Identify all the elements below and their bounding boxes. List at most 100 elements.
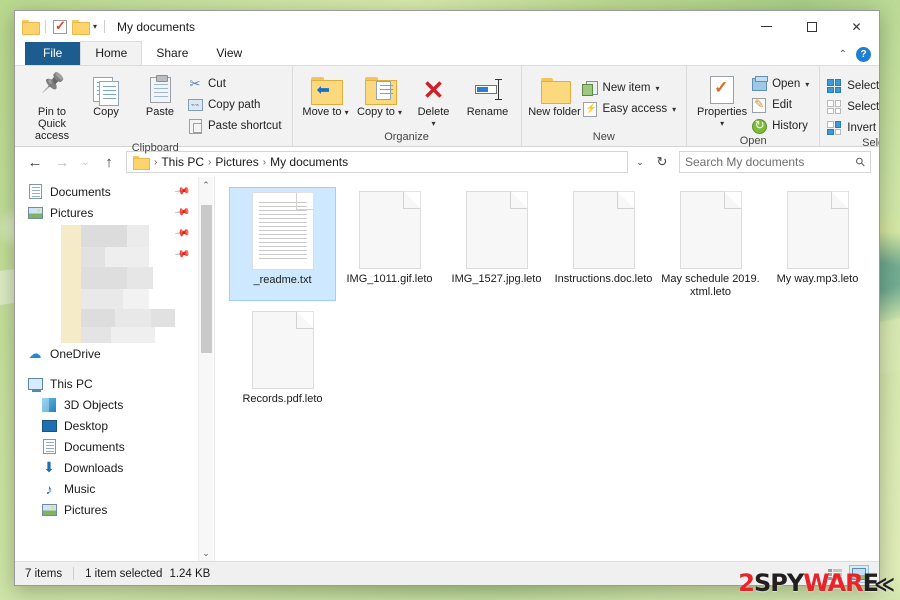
- properties-button[interactable]: Properties ▾: [693, 71, 751, 130]
- watermark: 2SPYWARE≪: [738, 569, 895, 597]
- watermark-part-3: WAR: [803, 569, 863, 597]
- pin-icon[interactable]: 📌: [173, 204, 190, 220]
- breadcrumb-item-pictures[interactable]: Pictures: [215, 155, 258, 169]
- group-label: Open: [739, 135, 767, 147]
- chevron-down-icon[interactable]: ▾: [655, 84, 659, 93]
- invert-selection-icon: [826, 120, 842, 136]
- window-controls: ✕: [744, 11, 879, 42]
- easy-access-button[interactable]: Easy access ▾: [582, 100, 681, 118]
- copy-path-icon: ⌁⌁: [187, 97, 203, 113]
- navigation-pane: Documents 📌 Pictures 📌 📌 📌 ☁ OneDrive Th…: [15, 177, 215, 561]
- delete-button[interactable]: ✕ Delete ▾: [407, 71, 461, 130]
- breadcrumb-item-my-documents[interactable]: My documents: [270, 155, 348, 169]
- paste-icon: [149, 74, 171, 106]
- new-item-button[interactable]: New item ▾: [582, 79, 681, 97]
- folder-icon[interactable]: [72, 20, 90, 35]
- chevron-down-icon[interactable]: ▾: [720, 118, 724, 130]
- file-item-records[interactable]: Records.pdf.leto: [229, 307, 336, 408]
- file-name: IMG_1527.jpg.leto: [451, 273, 542, 285]
- chevron-down-icon[interactable]: ⌄: [631, 157, 649, 168]
- checkbox-icon[interactable]: [53, 18, 67, 34]
- rename-button[interactable]: Rename: [461, 71, 515, 118]
- pin-icon[interactable]: 📌: [173, 183, 190, 199]
- chevron-up-icon[interactable]: ⌃: [839, 49, 847, 60]
- paste-shortcut-button[interactable]: Paste shortcut: [187, 117, 286, 135]
- scroll-up-button[interactable]: ⌃: [199, 177, 213, 193]
- pin-icon[interactable]: 📌: [173, 246, 190, 262]
- tab-home[interactable]: Home: [80, 41, 143, 65]
- file-item-readme[interactable]: _readme.txt: [229, 187, 336, 301]
- file-item-my-way[interactable]: My way.mp3.leto: [764, 187, 871, 301]
- select-none-button[interactable]: Select none: [826, 98, 879, 116]
- file-item-instructions[interactable]: Instructions.doc.leto: [550, 187, 657, 301]
- button-label: Invert selection: [847, 122, 879, 134]
- tab-view[interactable]: View: [202, 42, 256, 65]
- button-label: Properties: [697, 106, 748, 118]
- open-button[interactable]: Open ▾: [751, 75, 813, 93]
- sidebar-item-pictures[interactable]: Pictures: [15, 499, 214, 520]
- sidebar-item-pictures-quick[interactable]: Pictures 📌: [15, 202, 214, 223]
- breadcrumb-separator: ›: [262, 156, 267, 168]
- sidebar-item-documents-quick[interactable]: Documents 📌: [15, 181, 214, 202]
- group-label: Clipboard: [131, 142, 179, 154]
- sidebar-item-3d-objects[interactable]: 3D Objects: [15, 394, 214, 415]
- navigation-scrollbar[interactable]: ⌃ ⌄: [198, 177, 213, 561]
- paste-button[interactable]: Paste: [133, 71, 187, 118]
- blank-file-icon: [679, 191, 742, 269]
- scrollbar-thumb[interactable]: [201, 205, 212, 353]
- search-input[interactable]: Search My documents ⚲: [679, 151, 871, 173]
- maximize-button[interactable]: [789, 11, 834, 42]
- invert-selection-button[interactable]: Invert selection: [826, 119, 879, 137]
- file-item-may-schedule[interactable]: May schedule 2019.xtml.leto: [657, 187, 764, 301]
- chevron-down-icon[interactable]: ▾: [345, 108, 349, 117]
- file-item-img-1011[interactable]: IMG_1011.gif.leto: [336, 187, 443, 301]
- chevron-down-icon[interactable]: ▾: [805, 80, 809, 89]
- sidebar-item-label: This PC: [50, 376, 93, 391]
- pin-to-quick-access-button[interactable]: Pin to Quick access: [25, 71, 79, 142]
- chevron-down-icon[interactable]: ▾: [432, 118, 436, 130]
- move-to-button[interactable]: ⬅ Move to ▾: [299, 71, 353, 119]
- help-icon[interactable]: ?: [856, 47, 871, 62]
- rename-icon: [473, 74, 503, 106]
- breadcrumb-item-this-pc[interactable]: This PC: [161, 155, 204, 169]
- file-name: May schedule 2019.xtml.leto: [661, 273, 760, 298]
- chevron-down-icon[interactable]: ▾: [672, 105, 676, 114]
- main-area: Documents 📌 Pictures 📌 📌 📌 ☁ OneDrive Th…: [15, 177, 879, 561]
- button-label: Delete: [417, 106, 450, 118]
- scroll-down-button[interactable]: ⌄: [199, 545, 213, 561]
- sidebar-item-documents[interactable]: Documents: [15, 436, 214, 457]
- chevron-down-icon[interactable]: ▾: [93, 22, 97, 31]
- 3d-objects-icon: [41, 397, 57, 413]
- edit-button[interactable]: Edit: [751, 96, 813, 114]
- move-to-icon: ⬅: [310, 74, 343, 106]
- picture-icon: [41, 502, 57, 518]
- tab-share[interactable]: Share: [142, 42, 202, 65]
- sidebar-item-downloads[interactable]: ⬇ Downloads: [15, 457, 214, 478]
- minimize-button[interactable]: [744, 11, 789, 42]
- chevron-down-icon[interactable]: ▾: [398, 108, 402, 117]
- button-label: Edit: [772, 99, 792, 111]
- new-folder-button[interactable]: New folder: [528, 71, 582, 118]
- copy-to-button[interactable]: Copy to ▾: [353, 71, 407, 119]
- copy-button[interactable]: Copy: [79, 71, 133, 118]
- select-all-button[interactable]: Select all: [826, 77, 879, 95]
- button-label: Pin to Quick access: [34, 106, 70, 142]
- breadcrumb-separator: ›: [154, 156, 158, 168]
- sidebar-item-onedrive[interactable]: ☁ OneDrive: [15, 343, 214, 364]
- breadcrumb-separator: ›: [208, 156, 212, 168]
- sidebar-item-this-pc[interactable]: This PC: [15, 373, 214, 394]
- copy-path-button[interactable]: ⌁⌁ Copy path: [187, 96, 286, 114]
- folder-icon[interactable]: [22, 20, 40, 35]
- history-button[interactable]: History: [751, 117, 813, 135]
- sidebar-item-music[interactable]: ♪ Music: [15, 478, 214, 499]
- close-button[interactable]: ✕: [834, 11, 879, 42]
- refresh-icon[interactable]: ↻: [652, 154, 672, 170]
- file-item-img-1527[interactable]: IMG_1527.jpg.leto: [443, 187, 550, 301]
- file-name: IMG_1011.gif.leto: [346, 273, 433, 285]
- cut-button[interactable]: ✂ Cut: [187, 75, 286, 93]
- file-list-pane[interactable]: _readme.txt IMG_1011.gif.leto IMG_1527.j…: [215, 177, 879, 561]
- tab-file[interactable]: File: [25, 42, 81, 65]
- history-icon: [751, 118, 767, 134]
- sidebar-item-desktop[interactable]: Desktop: [15, 415, 214, 436]
- pin-icon[interactable]: 📌: [173, 225, 190, 241]
